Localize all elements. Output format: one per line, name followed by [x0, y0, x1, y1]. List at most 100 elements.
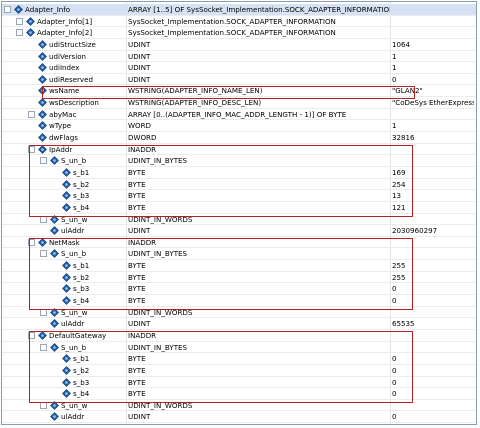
variable-value[interactable]: 1	[392, 51, 474, 62]
variable-value[interactable]: 2030960297	[392, 225, 474, 236]
tree-row[interactable]: ulAddr UDINT 0	[2, 411, 476, 424]
tree-row[interactable]: udiReserved UDINT 0	[2, 74, 476, 86]
variable-value[interactable]: 169	[392, 167, 474, 178]
expand-toggle-icon[interactable]	[40, 215, 47, 223]
variable-name: S_un_b	[61, 156, 87, 166]
variable-type: DWORD	[128, 133, 157, 143]
variable-type: ARRAY [0..(ADAPTER_INFO_MAC_ADDR_LENGTH …	[128, 109, 347, 119]
variable-name: Adapter_Info[1]	[37, 16, 93, 26]
tree-row[interactable]: Adapter_Info[2] SysSocket_Implementation.…	[2, 27, 476, 39]
variable-name: wsName	[49, 86, 80, 96]
variable-type: BYTE	[128, 354, 146, 364]
tree-row[interactable]: s_b1 BYTE 169	[2, 167, 476, 179]
variable-type: UDINT	[128, 226, 151, 236]
variable-value[interactable]: 0	[392, 295, 474, 306]
variable-value[interactable]: 65535	[392, 318, 474, 329]
collapse-toggle-icon[interactable]	[16, 29, 23, 37]
tree-row[interactable]: s_b4 BYTE 121	[2, 202, 476, 214]
expand-toggle-icon[interactable]	[40, 401, 47, 409]
variable-value[interactable]: "GLAN2"	[392, 85, 474, 96]
tree-row[interactable]: Adapter_Info ARRAY [1..5] OF SysSocket_Im…	[2, 4, 476, 16]
variable-type: INADDR	[128, 237, 157, 247]
collapse-toggle-icon[interactable]	[28, 238, 35, 246]
variable-icon	[62, 365, 71, 375]
tree-row[interactable]: S_un_b UDINT_IN_BYTES	[2, 342, 476, 354]
tree-row[interactable]: s_b4 BYTE 0	[2, 388, 476, 400]
variable-type: BYTE	[128, 191, 146, 201]
tree-row[interactable]: udiStructSize UDINT 1064	[2, 39, 476, 51]
tree-row[interactable]: S_un_b UDINT_IN_BYTES	[2, 155, 476, 167]
variable-name: s_b4	[73, 296, 90, 306]
variable-icon	[38, 109, 47, 119]
collapse-toggle-icon[interactable]	[40, 343, 47, 351]
tree-row[interactable]: s_b4 BYTE 0	[2, 295, 476, 307]
tree-row[interactable]: udiVersion UDINT 1	[2, 51, 476, 63]
variable-icon	[62, 272, 71, 282]
tree-row[interactable]: ulAddr UDINT 65535	[2, 318, 476, 330]
tree-row[interactable]: s_b2 BYTE 255	[2, 272, 476, 284]
tree-row[interactable]: wsDescription WSTRING(ADAPTER_INFO_DESC_L…	[2, 97, 476, 109]
tree-row[interactable]: s_b2 BYTE 254	[2, 179, 476, 191]
variable-value[interactable]: 1	[392, 120, 474, 131]
variable-icon	[50, 214, 59, 224]
variable-value[interactable]: 32816	[392, 132, 474, 143]
variable-icon	[38, 121, 47, 131]
tree-row[interactable]: s_b1 BYTE 255	[2, 260, 476, 272]
tree-row[interactable]: s_b2 BYTE 0	[2, 365, 476, 377]
collapse-toggle-icon[interactable]	[4, 6, 11, 13]
variable-icon	[38, 98, 47, 108]
tree-row[interactable]: DefaultGateway INADDR	[2, 330, 476, 342]
variable-icon	[38, 74, 47, 84]
variable-icon	[50, 412, 59, 422]
tree-row[interactable]: IpAddr INADDR	[2, 144, 476, 156]
variable-value[interactable]: 0	[392, 365, 474, 376]
tree-row[interactable]: s_b3 BYTE 0	[2, 283, 476, 296]
variable-value[interactable]: 0	[392, 74, 474, 85]
variable-name: Adapter_Info	[25, 5, 71, 14]
variable-value[interactable]: 0	[392, 353, 474, 364]
variable-value[interactable]: 0	[392, 411, 474, 422]
variable-name: DefaultGateway	[49, 330, 107, 340]
tree-row[interactable]: abyMac ARRAY [0..(ADAPTER_INFO_MAC_ADDR_L…	[2, 109, 476, 121]
variable-name: udiVersion	[49, 51, 87, 61]
tree-row[interactable]: S_un_w UDINT_IN_WORDS	[2, 400, 476, 412]
variable-name: ulAddr	[61, 226, 85, 236]
variable-type: WSTRING(ADAPTER_INFO_DESC_LEN)	[128, 98, 262, 108]
tree-row[interactable]: S_un_w UDINT_IN_WORDS	[2, 307, 476, 319]
tree-row[interactable]: wType WORD 1	[2, 120, 476, 133]
tree-row[interactable]: ulAddr UDINT 2030960297	[2, 225, 476, 237]
variable-value[interactable]: 254	[392, 179, 474, 190]
variable-icon	[38, 86, 47, 96]
variable-value[interactable]: 1064	[392, 39, 474, 50]
tree-row[interactable]: wsName WSTRING(ADAPTER_INFO_NAME_LEN) "GLA…	[2, 85, 476, 98]
expand-toggle-icon[interactable]	[16, 17, 23, 25]
variable-name: S_un_b	[61, 249, 87, 259]
tree-row[interactable]: Adapter_Info[1] SysSocket_Implementation.…	[2, 16, 476, 28]
collapse-toggle-icon[interactable]	[28, 145, 35, 153]
variable-value[interactable]: 255	[392, 260, 474, 271]
variable-value[interactable]: 0	[392, 377, 474, 388]
variable-value[interactable]: 0	[392, 283, 474, 294]
tree-row[interactable]: s_b3 BYTE 0	[2, 377, 476, 389]
variable-type: BYTE	[128, 179, 146, 189]
variable-type: BYTE	[128, 377, 146, 387]
variable-value[interactable]: 0	[392, 388, 474, 399]
collapse-toggle-icon[interactable]	[40, 250, 47, 258]
tree-row[interactable]: S_un_b UDINT_IN_BYTES	[2, 248, 476, 261]
variable-value[interactable]: 121	[392, 202, 474, 213]
variable-value[interactable]: 13	[392, 190, 474, 201]
variable-name: Adapter_Info[2]	[37, 28, 93, 38]
collapse-toggle-icon[interactable]	[28, 331, 35, 339]
tree-row[interactable]: NetMask INADDR	[2, 237, 476, 249]
tree-row[interactable]: udiIndex UDINT 1	[2, 62, 476, 74]
tree-row[interactable]: S_un_w UDINT_IN_WORDS	[2, 214, 476, 226]
tree-row[interactable]: s_b1 BYTE 0	[2, 353, 476, 365]
variable-value[interactable]: "CoDeSys EtherExpress...	[392, 97, 474, 108]
collapse-toggle-icon[interactable]	[40, 157, 47, 165]
variable-value[interactable]: 255	[392, 272, 474, 283]
tree-row[interactable]: dwFlags DWORD 32816	[2, 132, 476, 144]
variable-value[interactable]: 1	[392, 62, 474, 73]
tree-row[interactable]: s_b3 BYTE 13	[2, 190, 476, 202]
expand-toggle-icon[interactable]	[28, 110, 35, 118]
expand-toggle-icon[interactable]	[40, 308, 47, 316]
